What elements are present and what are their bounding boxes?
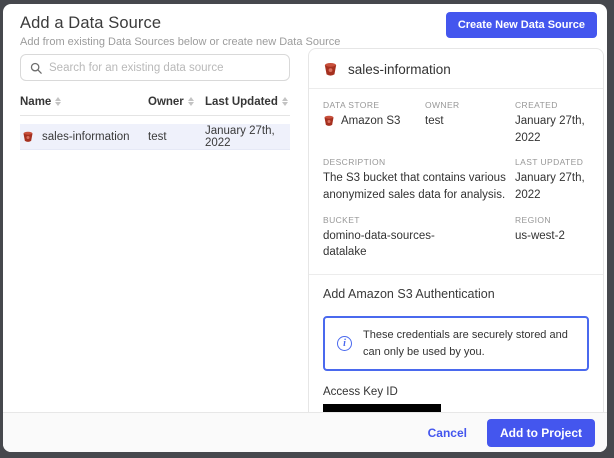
info-message: These credentials are securely stored an…: [363, 327, 575, 360]
credentials-info-alert: i These credentials are securely stored …: [323, 316, 589, 371]
dialog-footer: Cancel Add to Project: [3, 412, 607, 452]
info-icon: i: [337, 336, 352, 351]
s3-datasource-icon: [22, 131, 34, 143]
table-header: Name Owner Last Updated: [20, 88, 290, 116]
row-owner: test: [148, 131, 205, 143]
sort-icon[interactable]: [188, 97, 194, 106]
access-key-id-label: Access Key ID: [323, 386, 589, 398]
search-box[interactable]: [20, 54, 290, 81]
dialog-title: Add a Data Source: [20, 14, 161, 33]
add-to-project-button[interactable]: Add to Project: [487, 419, 595, 447]
detail-title: sales-information: [348, 62, 451, 77]
field-owner: OWNER test: [425, 100, 509, 146]
field-created: CREATED January 27th, 2022: [515, 100, 589, 146]
field-description: DESCRIPTION The S3 bucket that contains …: [323, 157, 509, 203]
field-data-store: DATA STORE Amazon S3: [323, 100, 419, 146]
cancel-button[interactable]: Cancel: [428, 426, 467, 440]
column-header-last-updated[interactable]: Last Updated: [205, 96, 290, 108]
auth-heading: Add Amazon S3 Authentication: [323, 287, 589, 301]
detail-grid: DATA STORE Amazon S3 OWNER test: [309, 89, 603, 261]
s3-datasource-icon: [323, 115, 335, 127]
create-new-data-source-button[interactable]: Create New Data Source: [446, 12, 597, 38]
field-last-updated: LAST UPDATED January 27th, 2022: [515, 157, 589, 203]
table-row[interactable]: sales-information test January 27th, 202…: [20, 124, 290, 150]
data-source-detail-card: sales-information DATA STORE Amazon S3: [308, 48, 604, 452]
add-data-source-dialog: Add a Data Source Add from existing Data…: [3, 4, 607, 452]
search-input[interactable]: [49, 62, 280, 74]
sort-icon[interactable]: [282, 97, 288, 106]
dialog-subtitle: Add from existing Data Sources below or …: [20, 36, 340, 48]
field-bucket: BUCKET domino-data-sources-datalake: [323, 215, 509, 261]
s3-datasource-icon: [323, 62, 338, 77]
sort-icon[interactable]: [55, 97, 61, 106]
row-name: sales-information: [42, 131, 130, 143]
row-last-updated: January 27th, 2022: [205, 125, 290, 149]
field-region: REGION us-west-2: [515, 215, 589, 261]
column-header-name[interactable]: Name: [20, 96, 148, 108]
column-header-owner[interactable]: Owner: [148, 96, 205, 108]
search-icon: [30, 62, 42, 74]
detail-card-header: sales-information: [309, 49, 603, 89]
table-spacer: [20, 116, 290, 124]
data-source-table: Name Owner Last Updated: [20, 88, 290, 150]
